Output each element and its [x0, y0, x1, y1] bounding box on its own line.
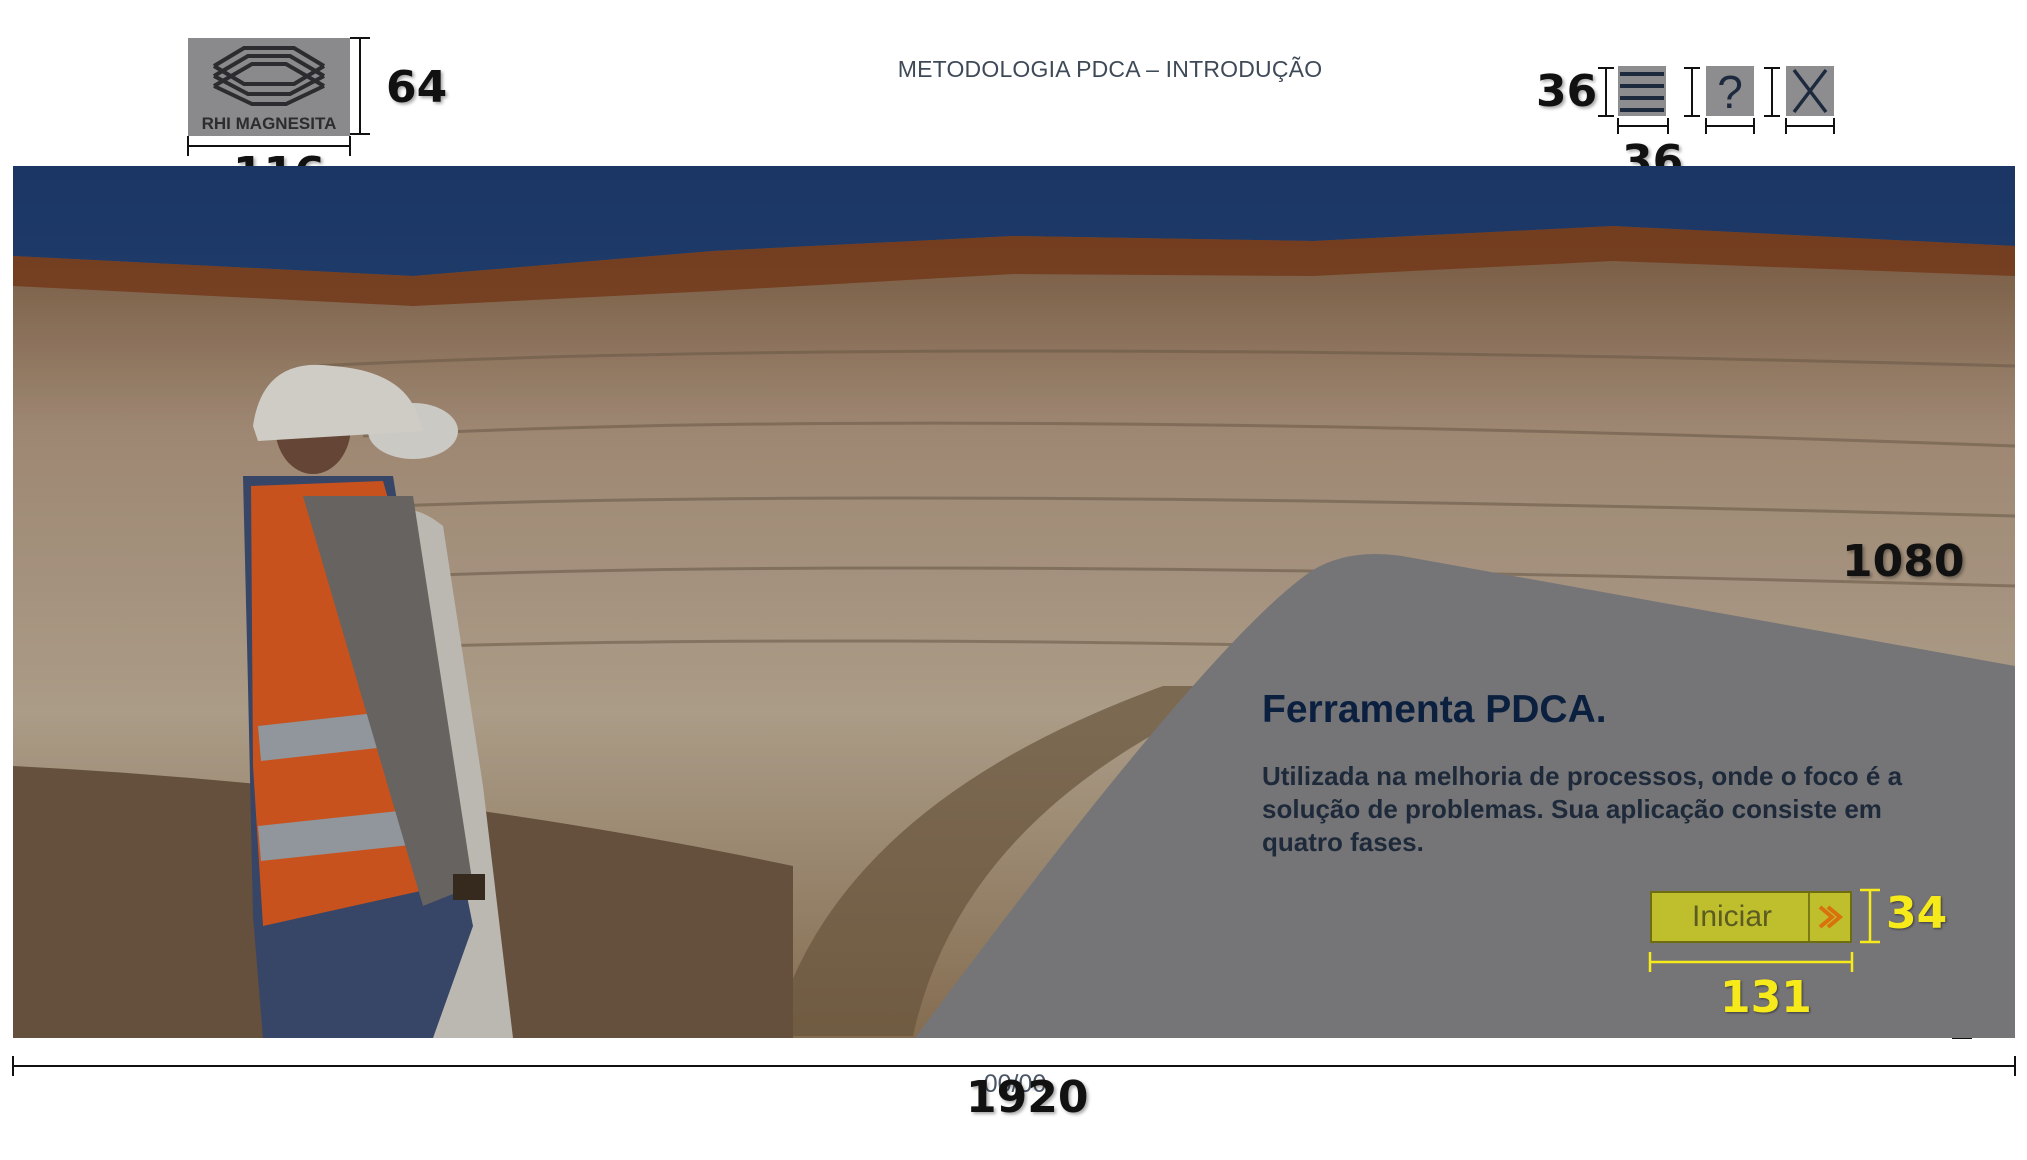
- content-width-label: 1920: [966, 1072, 1089, 1123]
- button-height-label: 34: [1886, 888, 1948, 939]
- start-button[interactable]: Iniciar: [1650, 891, 1852, 943]
- start-button-label: Iniciar: [1691, 900, 1773, 933]
- content-height-label: 1080: [1842, 536, 1965, 587]
- card-title: Ferramenta PDCA.: [1262, 688, 1607, 731]
- close-x-icon: [1792, 68, 1828, 114]
- close-button[interactable]: [1786, 66, 1834, 116]
- svg-text:?: ?: [1717, 66, 1743, 116]
- double-chevron-right-icon: [1808, 893, 1850, 941]
- menu-button[interactable]: [1618, 66, 1666, 116]
- card-description: Utilizada na melhoria de processos, onde…: [1262, 761, 1903, 857]
- hamburger-icon: [1620, 72, 1664, 112]
- logo-height-label: 64: [386, 62, 448, 113]
- icon-height-label: 36: [1536, 66, 1598, 117]
- button-width-label: 131: [1720, 972, 1812, 1023]
- help-button[interactable]: ?: [1706, 66, 1754, 116]
- question-mark-icon: ?: [1717, 66, 1743, 116]
- page-title: METODOLOGIA PDCA – INTRODUÇÃO: [897, 56, 1323, 82]
